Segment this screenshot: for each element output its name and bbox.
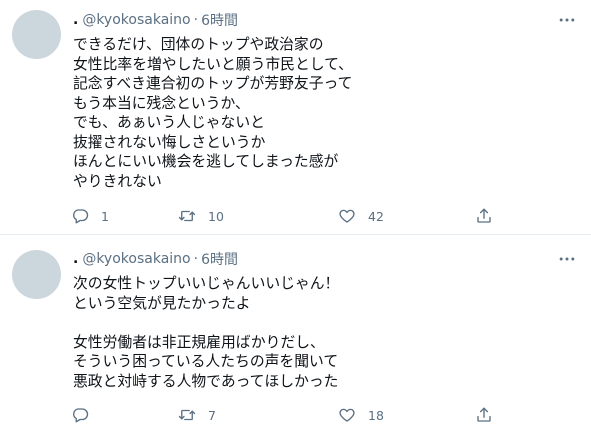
tweet-text-line: という空気が見たかったよ <box>73 294 251 312</box>
avatar[interactable] <box>12 250 61 299</box>
tweet-header: . @kyokosakaino · 6時間 <box>73 10 238 30</box>
like-count: 18 <box>368 407 384 423</box>
retweet-count: 10 <box>208 208 224 224</box>
tweet-text-line <box>73 313 573 333</box>
tweet-text-line: そういう困っている人たちの声を聞いて <box>73 353 339 370</box>
more-button[interactable] <box>555 10 579 30</box>
share-button[interactable] <box>475 201 493 231</box>
tweet-text-line: できるだけ、団体のトップや政治家の <box>73 36 324 53</box>
tweet-text: 次の女性トップいいじゃんいいじゃん！ という空気が見たかったよ 女性労働者は非正… <box>73 274 573 391</box>
reply-button[interactable] <box>71 400 101 430</box>
tweet-text-line: 記念すべき連合初のトップが芳野友子って <box>73 75 353 92</box>
tweet[interactable]: . @kyokosakaino · 6時間 できるだけ、団体のトップや政治家の … <box>0 0 591 235</box>
share-icon <box>477 208 491 223</box>
tweet-text-line: もう本当に残念というか、 <box>73 94 250 112</box>
tweet-text-line: 次の女性トップいいじゃんいいじゃん！ <box>73 275 340 292</box>
retweet-button[interactable]: 7 <box>178 400 216 430</box>
tweet-text-line: 女性比率を増やしたいと願う市民として、 <box>73 55 353 73</box>
like-button[interactable]: 42 <box>338 201 384 231</box>
timestamp[interactable]: 6時間 <box>201 10 238 30</box>
user-handle[interactable]: @kyokosakaino <box>82 12 190 28</box>
display-name[interactable]: . <box>73 12 78 28</box>
separator-dot: · <box>193 12 199 28</box>
tweet-actions: 7 18 <box>63 400 503 430</box>
retweet-icon <box>178 409 196 421</box>
tweet-text-line: 悪政と対峙する人物であってほしかった <box>73 372 339 390</box>
separator-dot: · <box>193 251 199 267</box>
more-icon <box>559 257 575 261</box>
display-name[interactable]: . <box>73 251 78 267</box>
retweet-icon <box>178 210 196 222</box>
avatar[interactable] <box>12 10 61 59</box>
retweet-button[interactable]: 10 <box>178 201 224 231</box>
tweet[interactable]: . @kyokosakaino · 6時間 次の女性トップいいじゃんいいじゃん！… <box>0 236 591 435</box>
like-button[interactable]: 18 <box>338 400 384 430</box>
reply-button[interactable]: 1 <box>71 201 109 231</box>
tweet-text-line: やりきれない <box>73 172 162 190</box>
share-icon <box>477 407 491 422</box>
tweet-header: . @kyokosakaino · 6時間 <box>73 249 238 269</box>
more-icon <box>559 18 575 22</box>
tweet-text: できるだけ、団体のトップや政治家の 女性比率を増やしたいと願う市民として、 記念… <box>73 35 573 191</box>
reply-count: 1 <box>101 208 109 224</box>
reply-icon <box>73 209 89 224</box>
tweet-actions: 1 10 42 <box>63 201 503 231</box>
like-count: 42 <box>368 208 384 224</box>
user-handle[interactable]: @kyokosakaino <box>82 251 190 267</box>
reply-icon <box>73 408 89 423</box>
tweet-text-line: 女性労働者は非正規雇用ばかりだし、 <box>73 333 325 351</box>
share-button[interactable] <box>475 400 493 430</box>
heart-icon <box>339 408 355 422</box>
tweet-text-line: 抜擢されない悔しさというか <box>73 133 266 151</box>
timestamp[interactable]: 6時間 <box>201 249 238 269</box>
more-button[interactable] <box>555 249 579 269</box>
heart-icon <box>339 209 355 223</box>
retweet-count: 7 <box>208 407 216 423</box>
tweet-text-line: ほんとにいい機会を逃してしまった感が <box>73 153 339 170</box>
tweet-text-line: でも、あぁいう人じゃないと <box>73 114 265 131</box>
